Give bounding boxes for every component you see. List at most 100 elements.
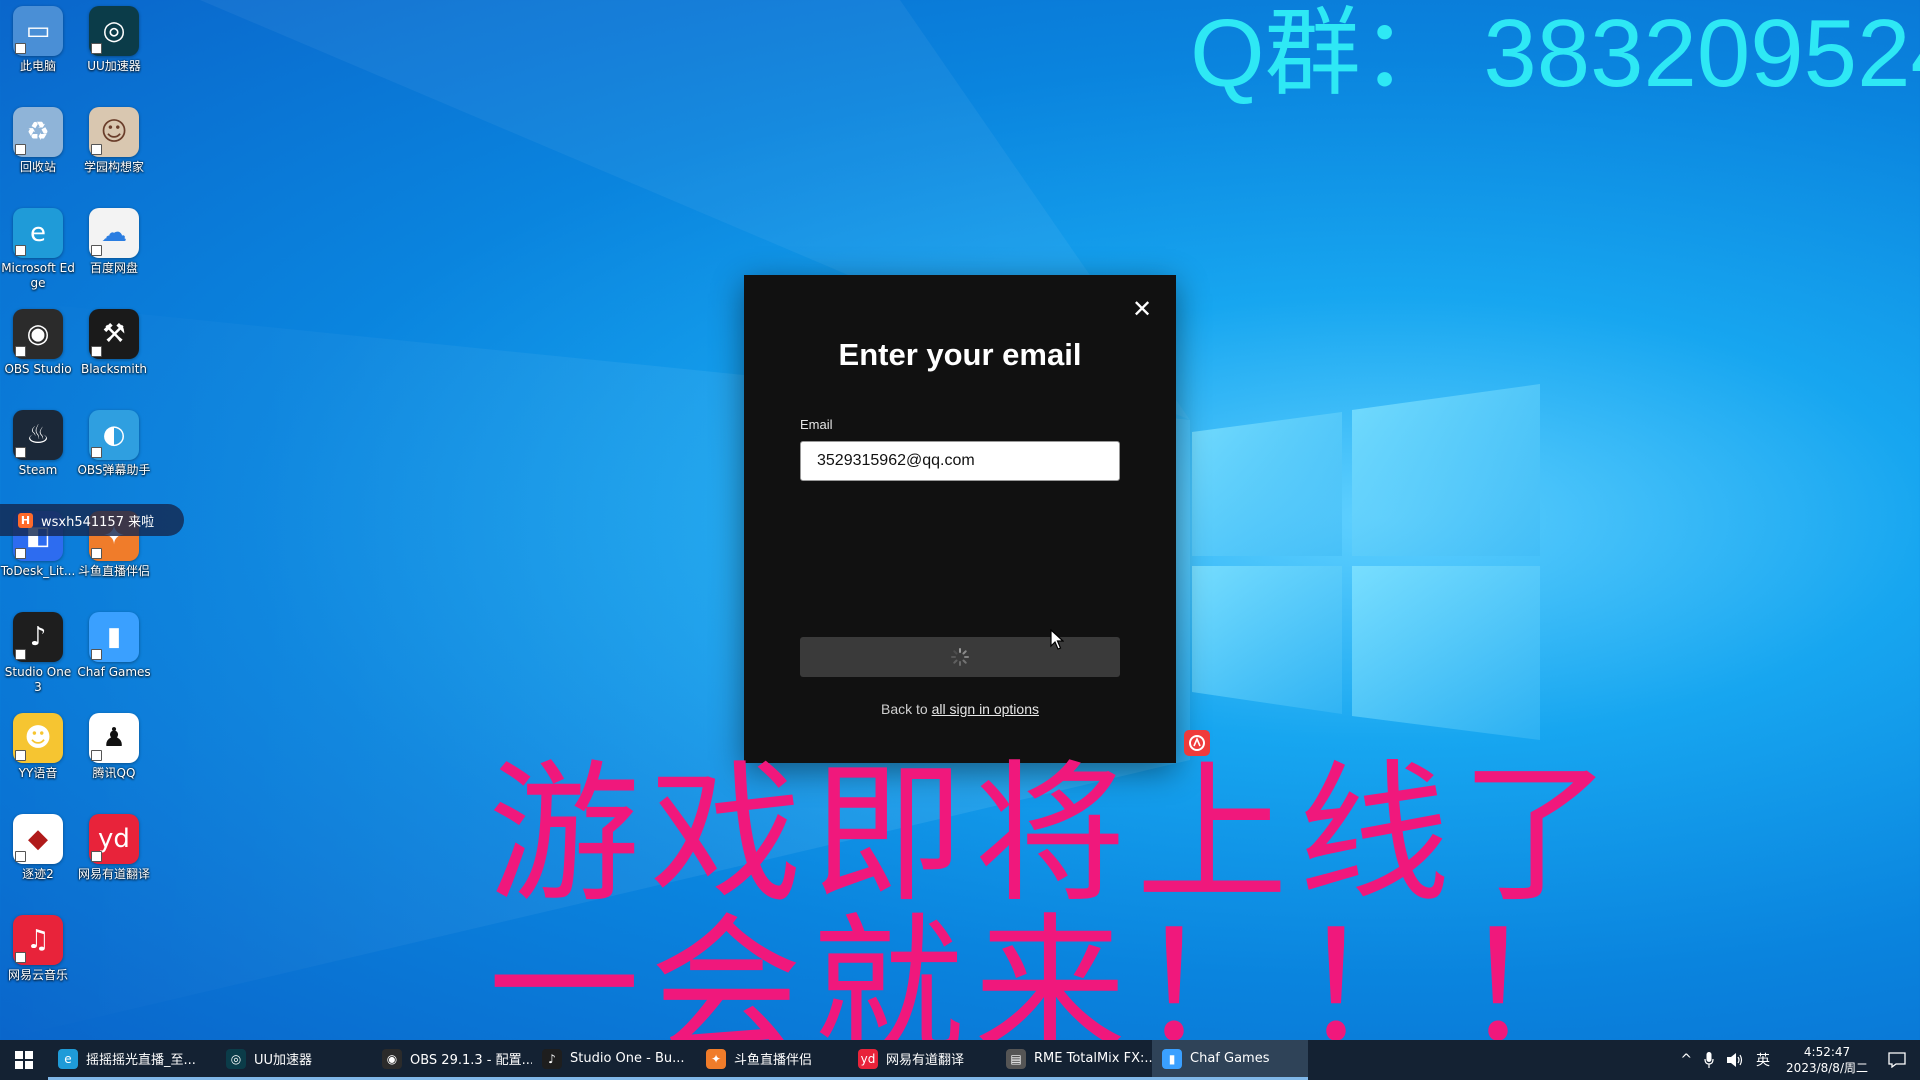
taskbar-item-rme-totalmix[interactable]: ▤ RME TotalMix FX:... (996, 1040, 1152, 1080)
baidu-netdisk-icon: ☁ (89, 208, 139, 258)
obs-icon: ◉ (382, 1048, 402, 1069)
email-label: Email (800, 417, 833, 432)
desktop-icon-label: UU加速器 (87, 59, 141, 73)
obs-danmaku-icon: ◐ (89, 410, 139, 460)
mouse-cursor-icon (1050, 629, 1064, 650)
taskbar-item-label: 网易有道翻译 (886, 1053, 965, 1068)
edge-icon: e (58, 1048, 78, 1069)
desktop-icon-label: 网易云音乐 (7, 968, 68, 982)
uu-accelerator-icon: ◎ (89, 6, 139, 56)
desktop-icon-blacksmith[interactable]: ⚒ Blacksmith (76, 303, 152, 377)
desktop-icon-label: OBS弹幕助手 (77, 463, 151, 477)
academy-game-icon: ☺ (89, 107, 139, 157)
chaf-games-icon: ▮ (1162, 1048, 1182, 1069)
email-field[interactable] (800, 441, 1120, 481)
desktop-icon-netease-music[interactable]: ♫ 网易云音乐 (0, 909, 76, 983)
desktop-icon-qq-penguin[interactable]: ♟ 腾讯QQ (76, 707, 152, 781)
volume-icon[interactable] (1720, 1052, 1750, 1068)
desktop-icon-label: 学园构想家 (83, 160, 144, 174)
uu-accelerator-icon: ◎ (226, 1048, 246, 1069)
desktop-icon-label: OBS Studio (4, 362, 72, 376)
clock-date: 2023/8/8/周二 (1786, 1061, 1868, 1075)
youdao-icon: yd (89, 814, 139, 864)
desktop-icon-label: YY语音 (18, 766, 58, 780)
desktop-icon-academy-game[interactable]: ☺ 学园构想家 (76, 101, 152, 175)
desktop-icon-studio-one[interactable]: ♪ Studio One 3 (0, 606, 76, 695)
clock[interactable]: 4:52:47 2023/8/8/周二 (1776, 1044, 1878, 1076)
email-sign-in-dialog: ✕ Enter your email Email Back to all sig… (744, 275, 1176, 763)
taskbar-item-chaf-games[interactable]: ▮ Chaf Games (1152, 1040, 1308, 1080)
taskbar-item-label: UU加速器 (254, 1053, 313, 1068)
taskbar-item-douyu[interactable]: ✦ 斗鱼直播伴侣 (696, 1040, 848, 1080)
viewer-join-notification: H wsxh541157 来啦 (0, 504, 184, 536)
desktop-icon-yy-voice[interactable]: ☻ YY语音 (0, 707, 76, 781)
taskbar-item-studio-one[interactable]: ♪ Studio One - Bu... (532, 1040, 696, 1080)
desktop-icon-label: 此电脑 (19, 59, 56, 73)
all-sign-in-options-link[interactable]: all sign in options (932, 701, 1039, 717)
back-to-options: Back to all sign in options (744, 701, 1176, 717)
chaf-games-icon: ▮ (89, 612, 139, 662)
desktop-icon-recycle-bin[interactable]: ♻ 回收站 (0, 101, 76, 175)
taskbar-item-edge[interactable]: e 摇摇摇光直播_至... (48, 1040, 216, 1080)
qq-group-overlay-text: Q群： 383209524 (1190, 0, 1920, 107)
taskbar-item-label: OBS 29.1.3 - 配置... (410, 1053, 532, 1068)
windows-logo-icon (15, 1051, 33, 1069)
desktop-icon-uu-accelerator[interactable]: ◎ UU加速器 (76, 0, 152, 74)
start-button[interactable] (0, 1040, 48, 1080)
submit-button[interactable] (800, 637, 1120, 677)
ime-indicator[interactable]: 英 (1750, 1050, 1776, 1070)
notification-text: wsxh541157 来啦 (41, 514, 155, 530)
taskbar-item-obs[interactable]: ◉ OBS 29.1.3 - 配置... (372, 1040, 532, 1080)
desktop-icon-label: Microsoft Edge (1, 261, 75, 290)
taskbar-apps: e 摇摇摇光直播_至... ◎ UU加速器 ◉ OBS 29.1.3 - 配置... ♪ St… (48, 1040, 1308, 1080)
edge-icon: e (13, 208, 63, 258)
back-prefix: Back to (881, 701, 932, 717)
notification-badge: H (18, 512, 33, 528)
desktop-icon-steam[interactable]: ♨ Steam (0, 404, 76, 478)
desktop-icon-label: 回收站 (19, 160, 56, 174)
taskbar-item-label: 斗鱼直播伴侣 (734, 1053, 813, 1068)
taskbar-item-youdao[interactable]: yd 网易有道翻译 (848, 1040, 996, 1080)
desktop-icon-label: 网易有道翻译 (77, 867, 150, 881)
desktop-icon-edge[interactable]: e Microsoft Edge (0, 202, 76, 291)
blacksmith-icon: ⚒ (89, 309, 139, 359)
desktop-icon-label: Blacksmith (80, 362, 148, 376)
desktop-icon-label: 百度网盘 (89, 261, 138, 275)
desktop-icon-label: Chaf Games (77, 665, 151, 679)
tray-chevron-up-icon[interactable]: ^ (1674, 1052, 1698, 1068)
douyu-icon: ✦ (706, 1048, 726, 1069)
desktop-icon-label: Studio One 3 (4, 665, 72, 694)
taskbar-item-uu-accelerator[interactable]: ◎ UU加速器 (216, 1040, 372, 1080)
system-tray: ^ 英 4:52:47 2023/8/8/周二 (1674, 1040, 1920, 1080)
desktop-icon-obs-danmaku[interactable]: ◐ OBS弹幕助手 (76, 404, 152, 478)
youdao-icon: yd (858, 1048, 878, 1069)
desktop-icon-label: 逐迹2 (22, 867, 54, 881)
close-icon[interactable]: ✕ (1130, 297, 1154, 321)
desktop-icon-baidu-netdisk[interactable]: ☁ 百度网盘 (76, 202, 152, 276)
zhuji-icon: ◆ (13, 814, 63, 864)
desktop-icon-obs[interactable]: ◉ OBS Studio (0, 303, 76, 377)
desktop-icon-zhuji[interactable]: ◆ 逐迹2 (0, 808, 76, 882)
taskbar-item-label: RME TotalMix FX:... (1034, 1051, 1152, 1066)
netease-music-icon: ♫ (13, 915, 63, 965)
desktop-icon-label: ToDesk_Lit... (0, 564, 76, 578)
studio-one-icon: ♪ (13, 612, 63, 662)
desktop-icon-label: 斗鱼直播伴侣 (77, 564, 150, 578)
desktop-icon-label: Steam (18, 463, 58, 477)
yy-voice-icon: ☻ (13, 713, 63, 763)
notification-center-icon[interactable] (1878, 1052, 1920, 1068)
qq-penguin-icon: ♟ (89, 713, 139, 763)
recycle-bin-icon: ♻ (13, 107, 63, 157)
microphone-icon[interactable] (1698, 1052, 1720, 1068)
taskbar: e 摇摇摇光直播_至... ◎ UU加速器 ◉ OBS 29.1.3 - 配置... ♪ St… (0, 1040, 1920, 1080)
clock-time: 4:52:47 (1803, 1045, 1851, 1059)
desktop-icon-youdao[interactable]: yd 网易有道翻译 (76, 808, 152, 882)
obs-icon: ◉ (13, 309, 63, 359)
desktop-icon-computer[interactable]: ▭ 此电脑 (0, 0, 76, 74)
desktop-icon-chaf-games[interactable]: ▮ Chaf Games (76, 606, 152, 680)
studio-one-icon: ♪ (542, 1048, 562, 1069)
taskbar-item-label: Chaf Games (1190, 1051, 1270, 1066)
loading-spinner-icon (951, 648, 969, 666)
taskbar-item-label: Studio One - Bu... (570, 1051, 685, 1066)
desktop-icon-label: 腾讯QQ (92, 766, 136, 780)
